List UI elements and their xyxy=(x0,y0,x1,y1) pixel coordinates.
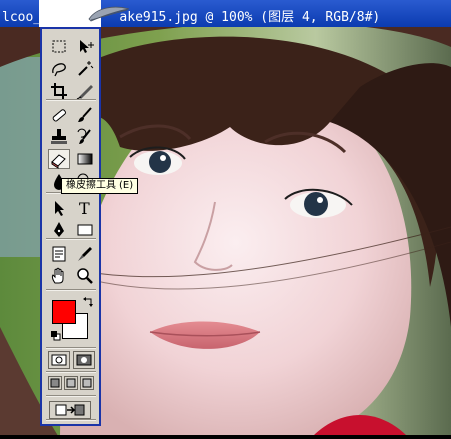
eraser-icon xyxy=(51,154,66,169)
brush-tool[interactable] xyxy=(74,105,96,125)
toolbox-separator xyxy=(46,238,96,240)
svg-text:T: T xyxy=(79,199,90,218)
eyedropper-tool[interactable] xyxy=(74,244,96,264)
toolbox-header[interactable] xyxy=(39,0,130,27)
screen-mode-menubar-icon xyxy=(66,378,76,388)
type-icon: T xyxy=(79,199,90,218)
swap-colors-icon[interactable] xyxy=(82,297,94,309)
toolbox-separator xyxy=(46,371,96,373)
screen-mode-standard-icon xyxy=(50,378,60,388)
screen-mode-full-button[interactable] xyxy=(80,376,94,390)
screen-mode-menubar-button[interactable] xyxy=(64,376,78,390)
gradient-icon xyxy=(77,153,93,165)
zoom-icon xyxy=(77,268,93,284)
tools-palette[interactable]: T xyxy=(40,27,101,426)
tooltip-label: 橡皮擦工具 xyxy=(66,180,116,191)
magic-wand-tool[interactable] xyxy=(74,59,96,79)
canvas-bottom-edge xyxy=(0,435,451,439)
clone-stamp-tool[interactable] xyxy=(48,127,70,147)
crop-tool[interactable] xyxy=(48,81,70,101)
move-tool[interactable] xyxy=(74,37,96,57)
feather-icon xyxy=(88,6,130,22)
shape-icon xyxy=(77,224,93,236)
lasso-tool[interactable] xyxy=(48,59,70,79)
notes-tool[interactable] xyxy=(48,244,70,264)
toolbox-separator xyxy=(46,99,96,101)
pen-icon xyxy=(54,222,64,237)
window-title-right: ake915.jpg @ 100% (图层 4, RGB/8#) xyxy=(119,10,381,25)
hand-icon xyxy=(51,267,64,284)
magic-wand-icon xyxy=(78,61,94,76)
hand-tool[interactable] xyxy=(48,266,70,286)
path-select-icon xyxy=(55,201,64,216)
rect-marquee-tool[interactable] xyxy=(48,37,70,57)
healing-brush-icon xyxy=(52,109,66,122)
path-select-tool[interactable] xyxy=(48,198,70,218)
lasso-icon xyxy=(52,63,66,77)
screen-mode-standard-button[interactable] xyxy=(48,376,62,390)
standard-mode-button[interactable] xyxy=(48,351,70,369)
imageready-icon xyxy=(55,404,85,416)
toolbox-separator xyxy=(46,347,96,349)
type-tool[interactable]: T xyxy=(74,198,96,218)
toolbox-separator xyxy=(46,419,96,421)
tool-tooltip: 橡皮擦工具 (E) xyxy=(61,178,139,194)
toolbox-separator xyxy=(46,289,96,291)
default-colors-icon[interactable] xyxy=(51,331,61,341)
shape-tool[interactable] xyxy=(74,220,96,240)
history-brush-tool[interactable] xyxy=(74,127,96,147)
rect-marquee-icon xyxy=(52,40,66,53)
eyedropper-icon xyxy=(78,247,92,261)
jump-to-imageready-button[interactable] xyxy=(49,401,91,419)
slice-tool[interactable] xyxy=(74,81,96,101)
history-brush-icon xyxy=(77,128,91,144)
pen-tool[interactable] xyxy=(48,220,70,240)
zoom-tool[interactable] xyxy=(74,266,96,286)
healing-brush-tool[interactable] xyxy=(48,105,70,125)
notes-icon xyxy=(52,246,66,262)
window-titlebar[interactable]: lcoo_c ake915.jpg @ 100% (图层 4, RGB/8#) xyxy=(0,0,451,27)
move-icon xyxy=(80,40,94,53)
quick-mask-mode-button[interactable] xyxy=(73,351,95,369)
foreground-color-swatch[interactable] xyxy=(52,300,76,324)
slice-icon xyxy=(76,85,93,100)
clone-stamp-icon xyxy=(51,129,67,144)
toolbox-separator xyxy=(46,395,96,397)
gradient-tool[interactable] xyxy=(74,149,96,169)
crop-icon xyxy=(51,83,67,99)
quick-mask-icon xyxy=(76,354,92,366)
tooltip-shortcut: (E) xyxy=(119,180,134,191)
brush-icon xyxy=(78,107,92,122)
eraser-tool[interactable] xyxy=(48,149,70,169)
screen-mode-full-icon xyxy=(82,378,92,388)
standard-mode-icon xyxy=(51,354,67,366)
